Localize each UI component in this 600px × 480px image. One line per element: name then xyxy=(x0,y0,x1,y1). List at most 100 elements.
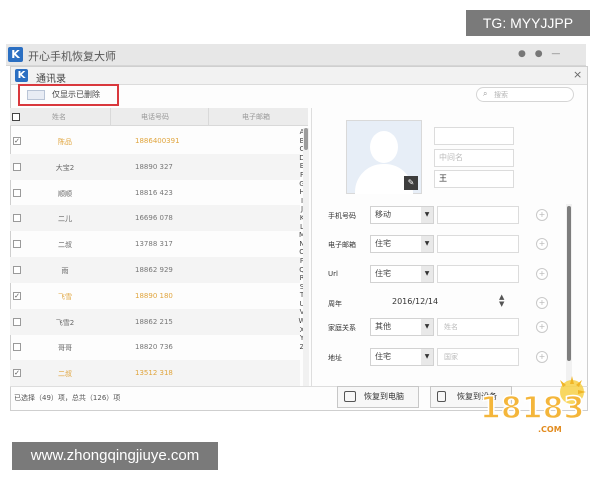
row-checkbox[interactable] xyxy=(13,188,21,197)
table-row[interactable]: 顺顺 18816 423 xyxy=(10,180,300,206)
field-value-input[interactable]: 姓名 xyxy=(437,318,519,336)
anniversary-date-input[interactable]: 2016/12/14 xyxy=(392,297,438,306)
edit-avatar-icon[interactable]: ✎ xyxy=(404,176,418,190)
panel-divider xyxy=(311,108,312,386)
field-label: 周年 xyxy=(328,300,342,308)
chevron-down-icon[interactable]: ▼ xyxy=(421,266,433,282)
dialog-title: 通讯录 xyxy=(36,74,66,85)
table-row[interactable]: 二儿 16696 078 xyxy=(10,205,300,232)
table-row[interactable]: 飞雪2 18862 215 xyxy=(10,308,300,335)
search-icon: ⌕ xyxy=(483,89,488,98)
row-checkbox[interactable]: ✓ xyxy=(13,291,21,300)
middle-name-field[interactable]: 中间名 xyxy=(434,149,514,167)
search-input[interactable] xyxy=(476,87,574,102)
row-name: 飞雪2 xyxy=(55,318,75,327)
field-value-input[interactable] xyxy=(437,206,519,224)
field-label: 电子邮箱 xyxy=(328,241,356,249)
row-phone: 18862 215 xyxy=(135,317,173,326)
detail-scrollbar-thumb[interactable] xyxy=(567,206,571,361)
select-all-checkbox[interactable] xyxy=(12,113,20,121)
site-logo-domain: .COM xyxy=(538,425,562,434)
deleted-only-label[interactable]: 仅显示已删除 xyxy=(52,89,100,100)
row-phone: 16696 078 xyxy=(135,214,173,223)
chevron-down-icon[interactable]: ▼ xyxy=(421,319,433,335)
site-logo-text: 18183 xyxy=(480,391,584,426)
row-name: 哥哥 xyxy=(58,344,72,353)
add-field-icon[interactable]: + xyxy=(536,321,548,333)
add-field-icon[interactable]: + xyxy=(536,238,548,250)
add-field-icon[interactable]: + xyxy=(536,297,548,309)
app-title: 开心手机恢复大师 xyxy=(28,50,116,63)
table-row[interactable]: ✓ 陈品 1886400391 xyxy=(10,128,300,154)
field-type-value: 住宅 xyxy=(375,239,391,248)
site-logo-watermark: 18183 .COM xyxy=(479,376,586,434)
row-checkbox[interactable] xyxy=(13,343,21,352)
row-name: 大宝2 xyxy=(55,163,75,172)
computer-icon xyxy=(344,391,356,402)
field-value-input[interactable] xyxy=(437,235,519,253)
column-divider xyxy=(208,108,209,126)
last-name-field[interactable]: 王 xyxy=(434,170,514,188)
add-field-icon[interactable]: + xyxy=(536,209,548,221)
app-logo-icon: K xyxy=(8,47,23,62)
column-header-phone[interactable]: 电话号码 xyxy=(141,112,169,122)
first-name-field[interactable] xyxy=(434,127,514,145)
selection-status: 已选择（49）项，总共（126）项 xyxy=(14,394,121,402)
table-row[interactable]: 雨 18862 929 xyxy=(10,257,300,283)
chevron-down-icon[interactable]: ▼ xyxy=(421,207,433,223)
column-header-email[interactable]: 电子邮箱 xyxy=(242,112,270,122)
row-checkbox[interactable]: ✓ xyxy=(13,137,21,145)
table-row[interactable]: ✓ 二叔 13512 318 xyxy=(10,360,300,387)
search-placeholder: 搜索 xyxy=(494,91,508,99)
watermark-url-badge: www.zhongqingjiuye.com xyxy=(12,442,218,470)
row-checkbox[interactable] xyxy=(13,240,21,249)
list-scrollbar[interactable] xyxy=(303,128,309,386)
row-name: 二叔 xyxy=(58,241,72,250)
table-row[interactable]: 哥哥 18820 736 xyxy=(10,334,300,360)
close-icon[interactable]: × xyxy=(573,68,582,81)
deleted-only-toggle[interactable] xyxy=(27,90,45,100)
row-checkbox[interactable] xyxy=(13,162,21,171)
row-phone: 1886400391 xyxy=(135,137,180,145)
row-checkbox[interactable] xyxy=(13,214,21,223)
field-label: Url xyxy=(328,270,338,278)
table-row[interactable]: 二叔 13788 317 xyxy=(10,231,300,257)
restore-to-computer-label: 恢复到电脑 xyxy=(364,392,404,401)
dialog-logo-icon: K xyxy=(15,69,28,82)
avatar-placeholder-icon xyxy=(370,131,398,163)
field-label: 手机号码 xyxy=(328,212,356,220)
add-field-icon[interactable]: + xyxy=(536,268,548,280)
row-name: 顺顺 xyxy=(58,189,72,198)
field-type-value: 其他 xyxy=(375,322,391,331)
row-phone: 13788 317 xyxy=(135,240,173,249)
table-row[interactable]: ✓ 飞雪 18890 180 xyxy=(10,283,300,309)
chevron-down-icon[interactable]: ▼ xyxy=(421,236,433,252)
field-type-value: 移动 xyxy=(375,210,391,219)
phone-icon xyxy=(437,391,446,402)
add-field-icon[interactable]: + xyxy=(536,351,548,363)
column-header-name[interactable]: 姓名 xyxy=(52,112,66,122)
list-scrollbar-thumb[interactable] xyxy=(304,128,308,150)
field-value-input[interactable] xyxy=(437,265,519,283)
window-controls[interactable]: ● ● — xyxy=(518,49,563,59)
row-phone: 18820 736 xyxy=(135,343,173,352)
row-phone: 18816 423 xyxy=(135,188,173,197)
row-checkbox[interactable]: ✓ xyxy=(13,369,21,378)
field-type-value: 住宅 xyxy=(375,352,391,361)
row-checkbox[interactable] xyxy=(13,266,21,274)
table-row[interactable]: 大宝2 18890 327 xyxy=(10,153,300,180)
row-name: 飞雪 xyxy=(58,292,72,301)
field-type-value: 住宅 xyxy=(375,269,391,278)
row-checkbox[interactable] xyxy=(13,317,21,326)
row-phone: 18890 327 xyxy=(135,162,173,171)
row-phone: 18890 180 xyxy=(135,291,173,300)
column-divider xyxy=(110,108,111,126)
row-phone: 18862 929 xyxy=(135,266,173,274)
row-name: 二儿 xyxy=(58,215,72,224)
chevron-down-icon[interactable]: ▼ xyxy=(421,349,433,365)
dialog-titlebar xyxy=(11,67,587,85)
row-name: 雨 xyxy=(61,267,69,275)
field-value-input[interactable]: 国家 xyxy=(437,348,519,366)
row-name: 陈品 xyxy=(58,138,72,146)
date-spinner-icon[interactable]: ▲ ▼ xyxy=(499,294,504,308)
